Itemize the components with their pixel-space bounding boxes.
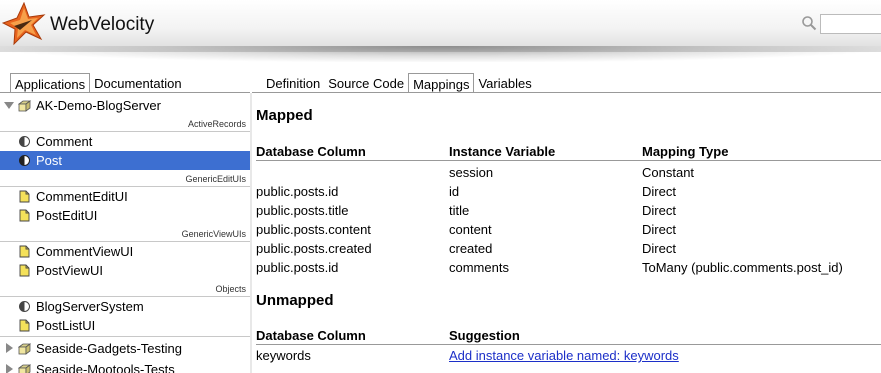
instance-variable-cell: created <box>449 241 493 256</box>
page-icon <box>19 209 30 222</box>
package-icon <box>18 364 31 373</box>
mapping-type-cell: Direct <box>642 184 676 199</box>
tree-item-commentviewui[interactable]: CommentViewUI <box>0 242 250 261</box>
page-icon <box>19 264 30 277</box>
tab-mappings[interactable]: Mappings <box>408 73 475 93</box>
tree-root-seaside-mootools-tests[interactable]: Seaside-Mootools-Tests <box>0 360 250 373</box>
tree-item-label: CommentViewUI <box>36 244 134 259</box>
class-icon <box>19 136 30 147</box>
tree-item-post[interactable]: Post <box>0 151 250 170</box>
tree-item-commenteditui[interactable]: CommentEditUI <box>0 187 250 206</box>
tree-root-label: Seaside-Mootools-Tests <box>36 362 175 373</box>
tab-variables[interactable]: Variables <box>474 73 535 93</box>
db-column-cell: keywords <box>256 348 311 363</box>
unmapped-col-database-column: Database Column <box>256 328 366 343</box>
package-icon <box>18 100 31 112</box>
tree-item-postviewui[interactable]: PostViewUI <box>0 261 250 280</box>
tree-item-comment[interactable]: Comment <box>0 132 250 151</box>
instance-variable-cell: session <box>449 165 494 180</box>
tab-documentation[interactable]: Documentation <box>90 73 185 93</box>
left-tab-bar: Applications Documentation <box>10 73 186 93</box>
search-input[interactable] <box>820 14 881 34</box>
expand-triangle-icon[interactable] <box>6 343 13 353</box>
application-tree: AK-Demo-BlogServer ActiveRecords Comment… <box>0 93 250 373</box>
expand-triangle-icon[interactable] <box>6 364 13 373</box>
mapping-type-cell: Direct <box>642 203 676 218</box>
class-icon <box>19 301 30 312</box>
db-column-cell: public.posts.created <box>256 241 372 256</box>
instance-variable-cell: id <box>449 184 460 199</box>
instance-variable-cell: comments <box>449 260 509 275</box>
header-shadow <box>0 46 881 62</box>
instance-variable-cell: title <box>449 203 470 218</box>
tree-item-blogserversystem[interactable]: BlogServerSystem <box>0 297 250 316</box>
instance-variable-cell: content <box>449 222 492 237</box>
mapping-type-cell: ToMany (public.comments.post_id) <box>642 260 843 275</box>
section-label-genericviewuis: GenericViewUIs <box>181 229 246 239</box>
mapped-header-divider <box>256 160 881 161</box>
package-icon <box>18 343 31 355</box>
tree-item-label: CommentEditUI <box>36 189 128 204</box>
tree-item-label: Comment <box>36 134 93 149</box>
mapping-type-cell: Direct <box>642 222 676 237</box>
tree-root-blogserver[interactable]: AK-Demo-BlogServer <box>0 96 250 115</box>
app-header: WebVelocity <box>0 0 881 52</box>
tab-source-code[interactable]: Source Code <box>324 73 408 93</box>
section-divider <box>0 336 250 337</box>
tab-applications[interactable]: Applications <box>10 73 91 93</box>
page-icon <box>19 245 30 258</box>
class-icon <box>19 155 30 166</box>
tree-item-label: PostListUI <box>36 318 96 333</box>
search-icon[interactable] <box>801 15 817 31</box>
tree-root-label: Seaside-Gadgets-Testing <box>36 341 182 356</box>
tab-definition[interactable]: Definition <box>262 73 324 93</box>
add-instance-variable-link[interactable]: Add instance variable named: keywords <box>449 348 679 363</box>
tree-item-label: Post <box>36 153 63 168</box>
tree-item-label: BlogServerSystem <box>36 299 144 314</box>
mapped-col-instance-variable: Instance Variable <box>449 144 556 159</box>
db-column-cell: public.posts.title <box>256 203 349 218</box>
tree-root-label: AK-Demo-BlogServer <box>36 98 161 113</box>
unmapped-col-suggestion: Suggestion <box>449 328 520 343</box>
mapped-col-database-column: Database Column <box>256 144 366 159</box>
mapping-type-cell: Constant <box>642 165 695 180</box>
tree-item-label: PostViewUI <box>36 263 103 278</box>
mappings-panel: Mapped Database Column Instance Variable… <box>252 93 881 373</box>
mapped-heading: Mapped <box>256 107 313 124</box>
page-icon <box>19 190 30 203</box>
right-tab-bar: Definition Source Code Mappings Variable… <box>262 73 536 93</box>
db-column-cell: public.posts.id <box>256 184 339 199</box>
db-column-cell: public.posts.content <box>256 222 371 237</box>
unmapped-header-divider <box>256 344 881 345</box>
webvelocity-logo-icon <box>2 2 46 46</box>
app-title: WebVelocity <box>50 14 155 35</box>
section-label-objects: Objects <box>215 284 246 294</box>
expand-triangle-icon[interactable] <box>4 102 14 109</box>
mapping-type-cell: Direct <box>642 241 676 256</box>
tree-item-postedituí[interactable]: PostEditUI <box>0 206 250 225</box>
tree-item-postlistui[interactable]: PostListUI <box>0 316 250 335</box>
section-label-genericeditui: GenericEditUIs <box>185 174 246 184</box>
mapped-col-mapping-type: Mapping Type <box>642 144 729 159</box>
section-label-activerecords: ActiveRecords <box>187 119 246 129</box>
db-column-cell: public.posts.id <box>256 260 339 275</box>
tree-root-seaside-gadgets-testing[interactable]: Seaside-Gadgets-Testing <box>0 339 250 358</box>
page-icon <box>19 319 30 332</box>
unmapped-heading: Unmapped <box>256 292 334 309</box>
tree-item-label: PostEditUI <box>36 208 98 223</box>
